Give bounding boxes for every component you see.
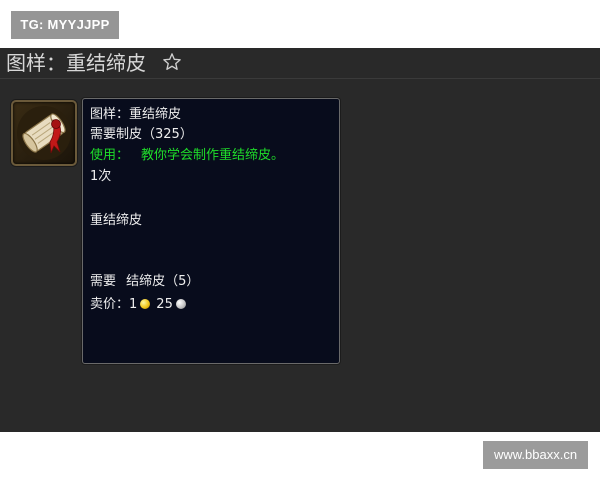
tooltip-sell-price: 卖价：1 25 <box>90 296 192 313</box>
pattern-scroll-icon <box>17 106 71 160</box>
price-silver-amount: 25 <box>156 297 173 312</box>
tooltip-sell-label: 卖价： <box>90 297 130 312</box>
favorite-star-icon[interactable] <box>162 52 182 72</box>
site-watermark-text: www.bbaxx.cn <box>493 447 578 462</box>
tg-watermark-text: TG: MYYJJPP <box>20 17 110 32</box>
item-tooltip: 图样：重结缔皮 需要制皮（325） 使用： 教你学会制作重结缔皮。 1次 重结缔皮… <box>82 98 340 364</box>
tooltip-item-name: 图样：重结缔皮 <box>90 107 182 122</box>
price-gold-amount: 1 <box>129 297 138 312</box>
gold-coin-icon <box>140 299 151 309</box>
tooltip-reagents-label: 需要 <box>90 274 117 289</box>
page-title: 图样：重结缔皮 <box>6 51 146 75</box>
site-watermark-tag: www.bbaxx.cn <box>483 441 588 469</box>
screenshot-page: TG: MYYJJPP 图样：重结缔皮 图样：重结缔皮 需要制皮（325） 使用… <box>0 0 600 480</box>
tooltip-use-text: 教你学会制作重结缔皮。 <box>141 148 285 163</box>
tooltip-requirement: 需要制皮（325） <box>90 127 193 142</box>
tooltip-use-prefix: 使用： <box>90 148 130 163</box>
tooltip-reagents-line: 需要 结缔皮（5） <box>90 273 199 290</box>
silver-coin-icon <box>175 299 186 309</box>
tooltip-charges: 1次 <box>90 169 112 184</box>
tooltip-reagents-value: 结缔皮（5） <box>126 274 200 289</box>
tg-watermark-tag: TG: MYYJJPP <box>11 11 119 39</box>
tooltip-use-line: 使用： 教你学会制作重结缔皮。 <box>90 147 284 164</box>
tooltip-produces: 重结缔皮 <box>90 213 143 228</box>
game-panel: 图样：重结缔皮 图样：重结缔皮 需要制皮（325） 使用： 教你学会制作重结缔皮… <box>0 48 600 432</box>
item-slot[interactable] <box>11 100 77 166</box>
title-bar: 图样：重结缔皮 <box>0 48 600 79</box>
